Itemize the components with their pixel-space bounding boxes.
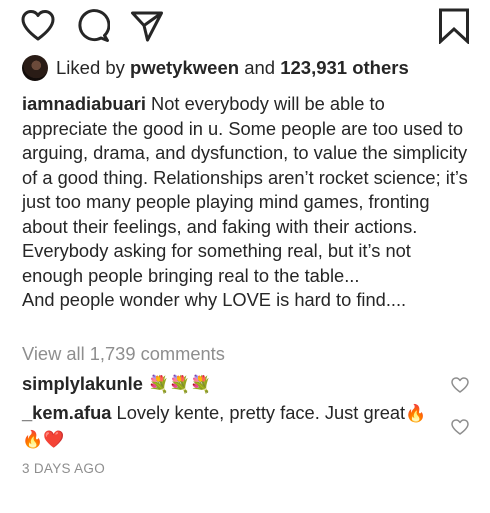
liker-username-link[interactable]: pwetykween bbox=[130, 57, 239, 79]
fire-heart-emojis: 🔥❤️ bbox=[22, 429, 65, 450]
comment-username-link[interactable]: _kem.afua bbox=[22, 402, 111, 423]
bouquet-emoji: 💐💐💐 bbox=[148, 375, 212, 395]
post-timestamp: 3 DAYS AGO bbox=[22, 461, 106, 476]
likes-summary: Liked by pwetykween and 123,931 others bbox=[22, 54, 409, 82]
heart-outline-icon[interactable] bbox=[21, 9, 55, 43]
likes-others-link[interactable]: 123,931 others bbox=[280, 57, 409, 79]
post-caption: iamnadiabuari Not everybody will be able… bbox=[22, 92, 468, 313]
comment-text: Lovely kente, pretty face. Just great bbox=[116, 402, 406, 423]
caption-text: Not everybody will be able to appreciate… bbox=[22, 93, 468, 310]
view-all-comments-link[interactable]: View all 1,739 comments bbox=[22, 342, 225, 366]
caption-username-link[interactable]: iamnadiabuari bbox=[22, 93, 146, 114]
bookmark-icon[interactable] bbox=[437, 8, 471, 44]
comment-item: _kem.afua Lovely kente, pretty face. Jus… bbox=[22, 401, 440, 452]
comment-like-heart-icon[interactable] bbox=[451, 376, 469, 394]
paper-plane-icon[interactable] bbox=[130, 9, 164, 43]
liked-by-and: and bbox=[244, 57, 276, 78]
comment-like-heart-icon[interactable] bbox=[451, 418, 469, 436]
fire-emoji: 🔥 bbox=[405, 404, 427, 424]
avatar[interactable] bbox=[22, 55, 48, 81]
post-action-bar bbox=[0, 0, 490, 56]
liked-by-prefix: Liked by bbox=[56, 57, 125, 78]
comment-username-link[interactable]: simplylakunle bbox=[22, 373, 143, 394]
speech-bubble-icon[interactable] bbox=[76, 9, 110, 43]
comment-item: simplylakunle 💐💐💐 bbox=[22, 372, 440, 398]
